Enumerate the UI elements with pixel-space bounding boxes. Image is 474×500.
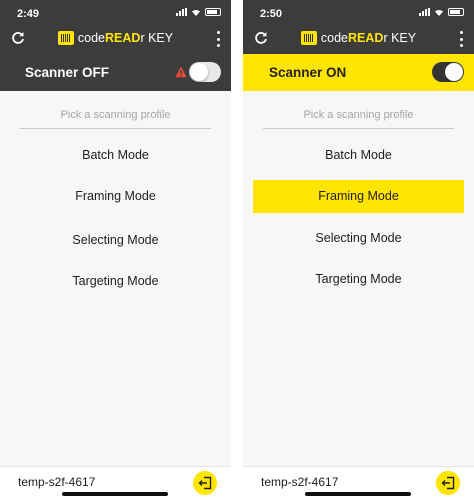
cellular-signal-icon (419, 8, 430, 16)
mode-batch[interactable]: Batch Mode (0, 139, 231, 172)
wifi-icon (192, 9, 200, 16)
app-title-prefix: code (77, 31, 106, 45)
mode-framing[interactable]: Framing Mode (0, 180, 231, 213)
status-bar: 2:49 (0, 0, 231, 24)
warning-icon (175, 66, 187, 78)
mode-selecting[interactable]: Selecting Mode (0, 224, 231, 257)
mode-targeting[interactable]: Targeting Mode (243, 263, 474, 296)
scanning-profile-picker[interactable]: Pick a scanning profile (263, 109, 454, 129)
logout-button[interactable] (436, 471, 460, 495)
scanner-status-label: Scanner OFF (25, 65, 110, 80)
logout-icon (441, 476, 455, 490)
home-indicator (305, 492, 411, 496)
footer-bar: temp-s2f-4617 (0, 466, 231, 500)
app-title-bold: READ (105, 31, 141, 45)
app-title-prefix: code (320, 31, 349, 45)
scanner-status-bar: Scanner OFF (0, 54, 231, 91)
mode-framing-selected[interactable]: Framing Mode (253, 180, 464, 213)
mode-targeting[interactable]: Targeting Mode (0, 265, 231, 298)
logout-icon (198, 476, 212, 490)
app-title: codeREADr KEY (0, 30, 231, 46)
user-id-label: temp-s2f-4617 (18, 475, 96, 489)
phone-screen-left: 2:49 codeREADr KEY Scanner OFF Pick a sc… (0, 0, 231, 500)
battery-icon (205, 8, 221, 16)
mode-batch[interactable]: Batch Mode (243, 139, 474, 172)
app-logo-icon (300, 30, 317, 45)
more-menu-icon[interactable] (458, 31, 464, 47)
home-indicator (62, 492, 168, 496)
app-title-bold: READ (348, 31, 384, 45)
scanner-status-label: Scanner ON (269, 65, 347, 80)
app-title-suffix: r KEY (140, 31, 174, 45)
status-time: 2:49 (17, 8, 40, 20)
mode-selecting[interactable]: Selecting Mode (243, 222, 474, 255)
status-icons (419, 8, 464, 16)
more-menu-icon[interactable] (215, 31, 221, 47)
scanner-status-bar: Scanner ON (243, 54, 474, 91)
scanner-toggle[interactable] (432, 62, 464, 82)
phone-screen-right: 2:50 codeREADr KEY Scanner ON Pick a sca… (243, 0, 474, 500)
wifi-icon (435, 9, 443, 16)
app-title: codeREADr KEY (243, 30, 474, 46)
scanning-profile-picker[interactable]: Pick a scanning profile (20, 109, 211, 129)
battery-icon (448, 8, 464, 16)
logout-button[interactable] (193, 471, 217, 495)
app-title-suffix: r KEY (383, 31, 417, 45)
footer-bar: temp-s2f-4617 (243, 466, 474, 500)
scanner-toggle[interactable] (189, 62, 221, 82)
user-id-label: temp-s2f-4617 (261, 475, 339, 489)
cellular-signal-icon (176, 8, 187, 16)
screenshot-pair: 2:49 codeREADr KEY Scanner OFF Pick a sc… (0, 0, 474, 500)
status-bar: 2:50 (243, 0, 474, 24)
status-time: 2:50 (260, 8, 283, 20)
app-logo-icon (57, 30, 74, 45)
status-icons (176, 8, 221, 16)
app-bar: codeREADr KEY (243, 24, 474, 54)
app-bar: codeREADr KEY (0, 24, 231, 54)
